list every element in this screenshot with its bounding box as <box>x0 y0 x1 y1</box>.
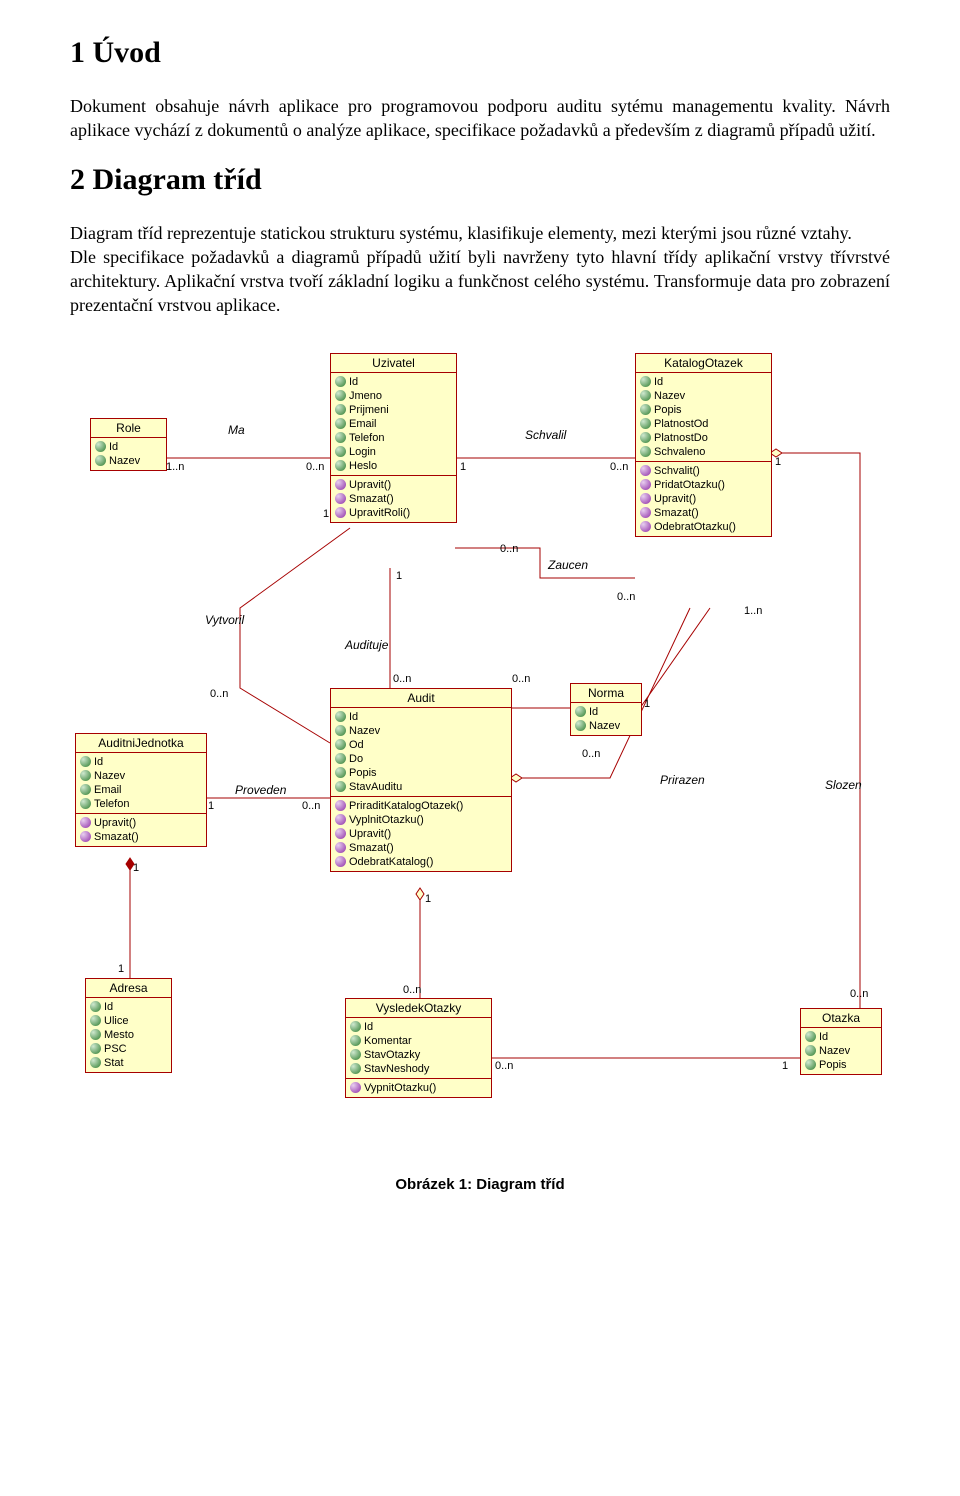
mul: 1..n <box>744 605 762 617</box>
figure-caption: Obrázek 1: Diagram tříd <box>70 1176 890 1193</box>
assoc-vytvoril: Vytvoril <box>205 613 244 627</box>
mul: 1 <box>396 570 402 582</box>
section-2-paragraph: Diagram tříd reprezentuje statickou stru… <box>70 221 890 318</box>
assoc-prirazen: Prirazen <box>660 773 705 787</box>
mul: 0..n <box>610 461 628 473</box>
class-otazka: OtazkaIdNazevPopis <box>800 1008 882 1075</box>
mul: 1 <box>323 508 329 520</box>
assoc-proveden: Proveden <box>235 783 286 797</box>
mul: 1 <box>644 698 650 710</box>
mul: 0..n <box>306 461 324 473</box>
mul: 1 <box>782 1060 788 1072</box>
mul: 1 <box>425 893 431 905</box>
mul: 0..n <box>210 688 228 700</box>
mul: 1 <box>208 800 214 812</box>
mul: 0..n <box>500 543 518 555</box>
mul: 1..n <box>166 461 184 473</box>
mul: 0..n <box>850 988 868 1000</box>
mul: 0..n <box>512 673 530 685</box>
assoc-ma: Ma <box>228 423 245 437</box>
mul: 0..n <box>582 748 600 760</box>
assoc-slozen: Slozen <box>825 778 862 792</box>
mul: 1 <box>460 461 466 473</box>
class-uzivatel: UzivatelIdJmenoPrijmeniEmailTelefonLogin… <box>330 353 457 523</box>
section-1-paragraph: Dokument obsahuje návrh aplikace pro pro… <box>70 94 890 143</box>
assoc-zaucen: Zaucen <box>548 558 588 572</box>
class-vysledek-otazky: VysledekOtazkyIdKomentarStavOtazkyStavNe… <box>345 998 492 1098</box>
section-2-heading: 2 Diagram tříd <box>70 163 890 197</box>
mul: 0..n <box>617 591 635 603</box>
class-auditni-jednotka: AuditniJednotkaIdNazevEmailTelefonUpravi… <box>75 733 207 847</box>
section-1-heading: 1 Úvod <box>70 36 890 70</box>
mul: 1 <box>775 456 781 468</box>
class-audit: AuditIdNazevOdDoPopisStavAudituPriraditK… <box>330 688 512 872</box>
assoc-schvalil: Schvalil <box>525 428 566 442</box>
class-adresa: AdresaIdUliceMestoPSCStat <box>85 978 172 1073</box>
mul: 0..n <box>302 800 320 812</box>
assoc-audituje: Audituje <box>345 638 388 652</box>
class-role: RoleIdNazev <box>90 418 167 471</box>
mul: 1 <box>118 963 124 975</box>
mul: 0..n <box>403 984 421 996</box>
class-katalog-otazek: KatalogOtazekIdNazevPopisPlatnostOdPlatn… <box>635 353 772 537</box>
mul: 0..n <box>495 1060 513 1072</box>
mul: 0..n <box>393 673 411 685</box>
mul: 1 <box>133 862 139 874</box>
class-norma: NormaIdNazev <box>570 683 642 736</box>
uml-class-diagram: Ma Schvalil Zaucen Vytvoril Audituje Pro… <box>70 348 890 1158</box>
